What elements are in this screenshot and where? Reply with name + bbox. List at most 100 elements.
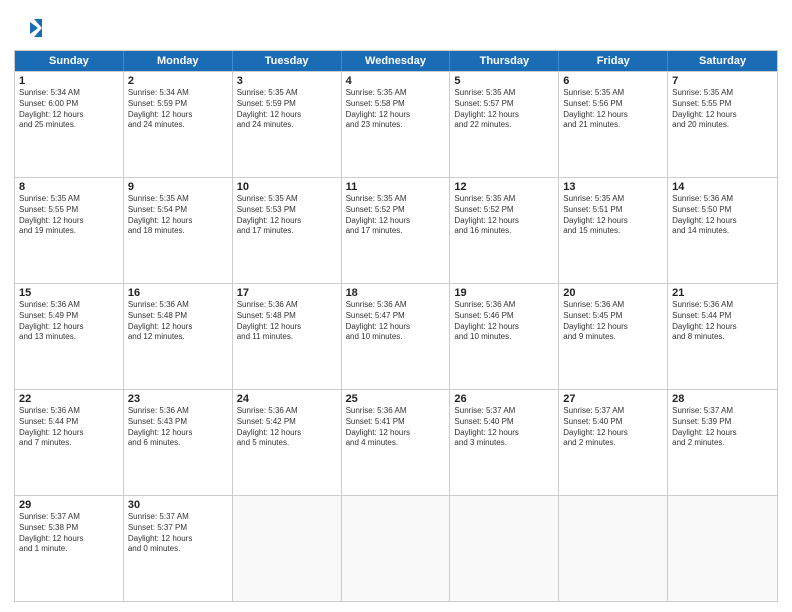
day-details: Sunrise: 5:36 AM Sunset: 5:50 PM Dayligh… bbox=[672, 194, 773, 237]
day-details: Sunrise: 5:36 AM Sunset: 5:47 PM Dayligh… bbox=[346, 300, 446, 343]
day-cell-17: 17Sunrise: 5:36 AM Sunset: 5:48 PM Dayli… bbox=[233, 284, 342, 389]
day-details: Sunrise: 5:37 AM Sunset: 5:40 PM Dayligh… bbox=[563, 406, 663, 449]
day-number: 10 bbox=[237, 181, 337, 193]
day-number: 20 bbox=[563, 287, 663, 299]
day-cell-2: 2Sunrise: 5:34 AM Sunset: 5:59 PM Daylig… bbox=[124, 72, 233, 177]
header-day-sunday: Sunday bbox=[15, 51, 124, 71]
day-details: Sunrise: 5:35 AM Sunset: 5:55 PM Dayligh… bbox=[19, 194, 119, 237]
day-details: Sunrise: 5:36 AM Sunset: 5:43 PM Dayligh… bbox=[128, 406, 228, 449]
calendar-row-2: 15Sunrise: 5:36 AM Sunset: 5:49 PM Dayli… bbox=[15, 283, 777, 389]
day-details: Sunrise: 5:36 AM Sunset: 5:41 PM Dayligh… bbox=[346, 406, 446, 449]
day-cell-27: 27Sunrise: 5:37 AM Sunset: 5:40 PM Dayli… bbox=[559, 390, 668, 495]
empty-cell bbox=[342, 496, 451, 601]
day-details: Sunrise: 5:34 AM Sunset: 5:59 PM Dayligh… bbox=[128, 88, 228, 131]
calendar-row-3: 22Sunrise: 5:36 AM Sunset: 5:44 PM Dayli… bbox=[15, 389, 777, 495]
day-number: 13 bbox=[563, 181, 663, 193]
page: SundayMondayTuesdayWednesdayThursdayFrid… bbox=[0, 0, 792, 612]
day-details: Sunrise: 5:35 AM Sunset: 5:55 PM Dayligh… bbox=[672, 88, 773, 131]
day-details: Sunrise: 5:35 AM Sunset: 5:54 PM Dayligh… bbox=[128, 194, 228, 237]
day-cell-18: 18Sunrise: 5:36 AM Sunset: 5:47 PM Dayli… bbox=[342, 284, 451, 389]
day-cell-21: 21Sunrise: 5:36 AM Sunset: 5:44 PM Dayli… bbox=[668, 284, 777, 389]
day-number: 2 bbox=[128, 75, 228, 87]
day-details: Sunrise: 5:36 AM Sunset: 5:48 PM Dayligh… bbox=[237, 300, 337, 343]
day-details: Sunrise: 5:35 AM Sunset: 5:51 PM Dayligh… bbox=[563, 194, 663, 237]
day-cell-6: 6Sunrise: 5:35 AM Sunset: 5:56 PM Daylig… bbox=[559, 72, 668, 177]
day-number: 12 bbox=[454, 181, 554, 193]
day-cell-9: 9Sunrise: 5:35 AM Sunset: 5:54 PM Daylig… bbox=[124, 178, 233, 283]
empty-cell bbox=[559, 496, 668, 601]
day-number: 26 bbox=[454, 393, 554, 405]
empty-cell bbox=[668, 496, 777, 601]
calendar: SundayMondayTuesdayWednesdayThursdayFrid… bbox=[14, 50, 778, 602]
day-cell-20: 20Sunrise: 5:36 AM Sunset: 5:45 PM Dayli… bbox=[559, 284, 668, 389]
empty-cell bbox=[450, 496, 559, 601]
day-cell-14: 14Sunrise: 5:36 AM Sunset: 5:50 PM Dayli… bbox=[668, 178, 777, 283]
header bbox=[14, 10, 778, 42]
day-number: 14 bbox=[672, 181, 773, 193]
day-details: Sunrise: 5:37 AM Sunset: 5:37 PM Dayligh… bbox=[128, 512, 228, 555]
day-cell-11: 11Sunrise: 5:35 AM Sunset: 5:52 PM Dayli… bbox=[342, 178, 451, 283]
day-number: 18 bbox=[346, 287, 446, 299]
calendar-row-4: 29Sunrise: 5:37 AM Sunset: 5:38 PM Dayli… bbox=[15, 495, 777, 601]
calendar-body: 1Sunrise: 5:34 AM Sunset: 6:00 PM Daylig… bbox=[15, 71, 777, 601]
day-number: 29 bbox=[19, 499, 119, 511]
day-number: 5 bbox=[454, 75, 554, 87]
header-day-tuesday: Tuesday bbox=[233, 51, 342, 71]
day-details: Sunrise: 5:36 AM Sunset: 5:42 PM Dayligh… bbox=[237, 406, 337, 449]
day-details: Sunrise: 5:37 AM Sunset: 5:40 PM Dayligh… bbox=[454, 406, 554, 449]
day-number: 8 bbox=[19, 181, 119, 193]
day-number: 6 bbox=[563, 75, 663, 87]
day-details: Sunrise: 5:35 AM Sunset: 5:52 PM Dayligh… bbox=[454, 194, 554, 237]
day-cell-8: 8Sunrise: 5:35 AM Sunset: 5:55 PM Daylig… bbox=[15, 178, 124, 283]
day-number: 24 bbox=[237, 393, 337, 405]
header-day-monday: Monday bbox=[124, 51, 233, 71]
day-cell-24: 24Sunrise: 5:36 AM Sunset: 5:42 PM Dayli… bbox=[233, 390, 342, 495]
day-number: 30 bbox=[128, 499, 228, 511]
day-cell-5: 5Sunrise: 5:35 AM Sunset: 5:57 PM Daylig… bbox=[450, 72, 559, 177]
day-cell-13: 13Sunrise: 5:35 AM Sunset: 5:51 PM Dayli… bbox=[559, 178, 668, 283]
calendar-header: SundayMondayTuesdayWednesdayThursdayFrid… bbox=[15, 51, 777, 71]
day-number: 28 bbox=[672, 393, 773, 405]
day-cell-22: 22Sunrise: 5:36 AM Sunset: 5:44 PM Dayli… bbox=[15, 390, 124, 495]
header-day-thursday: Thursday bbox=[450, 51, 559, 71]
day-details: Sunrise: 5:37 AM Sunset: 5:39 PM Dayligh… bbox=[672, 406, 773, 449]
day-cell-26: 26Sunrise: 5:37 AM Sunset: 5:40 PM Dayli… bbox=[450, 390, 559, 495]
day-cell-29: 29Sunrise: 5:37 AM Sunset: 5:38 PM Dayli… bbox=[15, 496, 124, 601]
day-details: Sunrise: 5:35 AM Sunset: 5:58 PM Dayligh… bbox=[346, 88, 446, 131]
day-number: 21 bbox=[672, 287, 773, 299]
day-number: 1 bbox=[19, 75, 119, 87]
day-details: Sunrise: 5:36 AM Sunset: 5:45 PM Dayligh… bbox=[563, 300, 663, 343]
day-number: 22 bbox=[19, 393, 119, 405]
day-details: Sunrise: 5:35 AM Sunset: 5:56 PM Dayligh… bbox=[563, 88, 663, 131]
logo-icon bbox=[14, 14, 42, 42]
day-cell-3: 3Sunrise: 5:35 AM Sunset: 5:59 PM Daylig… bbox=[233, 72, 342, 177]
day-details: Sunrise: 5:36 AM Sunset: 5:46 PM Dayligh… bbox=[454, 300, 554, 343]
day-details: Sunrise: 5:36 AM Sunset: 5:48 PM Dayligh… bbox=[128, 300, 228, 343]
day-number: 17 bbox=[237, 287, 337, 299]
logo bbox=[14, 14, 46, 42]
day-number: 19 bbox=[454, 287, 554, 299]
day-details: Sunrise: 5:36 AM Sunset: 5:44 PM Dayligh… bbox=[672, 300, 773, 343]
day-cell-16: 16Sunrise: 5:36 AM Sunset: 5:48 PM Dayli… bbox=[124, 284, 233, 389]
day-details: Sunrise: 5:35 AM Sunset: 5:59 PM Dayligh… bbox=[237, 88, 337, 131]
day-details: Sunrise: 5:36 AM Sunset: 5:44 PM Dayligh… bbox=[19, 406, 119, 449]
calendar-row-1: 8Sunrise: 5:35 AM Sunset: 5:55 PM Daylig… bbox=[15, 177, 777, 283]
day-cell-4: 4Sunrise: 5:35 AM Sunset: 5:58 PM Daylig… bbox=[342, 72, 451, 177]
day-number: 15 bbox=[19, 287, 119, 299]
day-details: Sunrise: 5:35 AM Sunset: 5:57 PM Dayligh… bbox=[454, 88, 554, 131]
day-number: 4 bbox=[346, 75, 446, 87]
day-cell-23: 23Sunrise: 5:36 AM Sunset: 5:43 PM Dayli… bbox=[124, 390, 233, 495]
day-details: Sunrise: 5:37 AM Sunset: 5:38 PM Dayligh… bbox=[19, 512, 119, 555]
day-cell-28: 28Sunrise: 5:37 AM Sunset: 5:39 PM Dayli… bbox=[668, 390, 777, 495]
day-cell-7: 7Sunrise: 5:35 AM Sunset: 5:55 PM Daylig… bbox=[668, 72, 777, 177]
day-cell-25: 25Sunrise: 5:36 AM Sunset: 5:41 PM Dayli… bbox=[342, 390, 451, 495]
day-cell-12: 12Sunrise: 5:35 AM Sunset: 5:52 PM Dayli… bbox=[450, 178, 559, 283]
day-details: Sunrise: 5:35 AM Sunset: 5:52 PM Dayligh… bbox=[346, 194, 446, 237]
day-number: 7 bbox=[672, 75, 773, 87]
header-day-friday: Friday bbox=[559, 51, 668, 71]
day-number: 23 bbox=[128, 393, 228, 405]
day-number: 16 bbox=[128, 287, 228, 299]
day-number: 25 bbox=[346, 393, 446, 405]
day-cell-19: 19Sunrise: 5:36 AM Sunset: 5:46 PM Dayli… bbox=[450, 284, 559, 389]
day-number: 27 bbox=[563, 393, 663, 405]
